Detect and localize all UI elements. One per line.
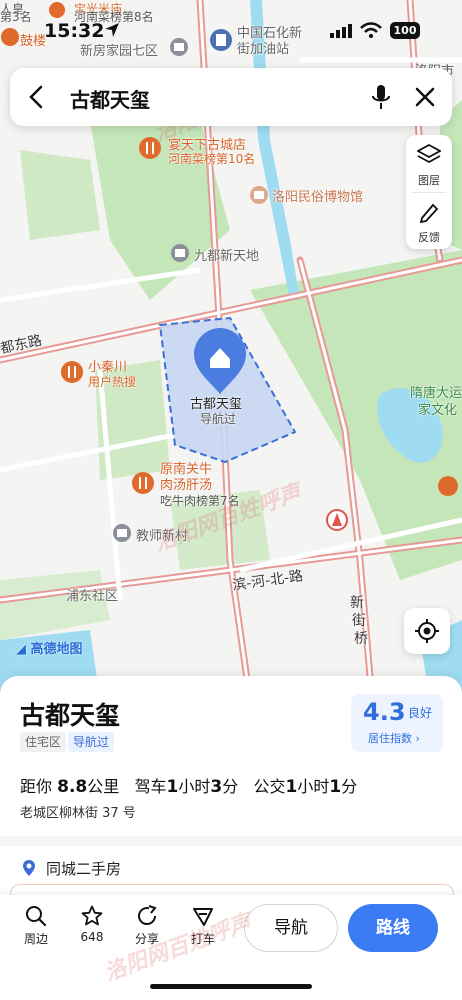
layers-icon [417, 143, 441, 164]
poi-marker-gray [171, 244, 189, 262]
second-hand-house-section[interactable]: 同城二手房 [46, 858, 121, 879]
bus-hours-unit: 小时 [297, 777, 330, 796]
favorite-button[interactable]: 648 [72, 905, 112, 944]
home-indicator [150, 984, 312, 989]
road-label: 街 [352, 613, 366, 629]
distance-value: 8.8 [57, 777, 88, 797]
place-title: 古都天玺 [20, 701, 121, 730]
drive-prefix: 驾车 [134, 777, 167, 796]
star-icon [81, 905, 103, 926]
bus-hours: 1 [285, 777, 298, 797]
map-poi-label: 家文化 [418, 403, 458, 418]
map-poi-label[interactable]: 洛阳民俗博物馆 [272, 186, 363, 205]
location-pin-icon [23, 860, 35, 876]
search-query[interactable]: 古都天玺 [70, 84, 150, 113]
navigate-button[interactable]: 导航 [244, 904, 338, 952]
road-label: 桥 [354, 631, 368, 647]
drive-hours: 1 [166, 777, 179, 797]
poi-marker-orange [61, 361, 83, 383]
section-divider [0, 836, 462, 846]
living-index-grade: 良好 [408, 706, 433, 720]
feedback-label: 反馈 [418, 231, 440, 244]
layers-button[interactable]: 图层 [406, 135, 452, 192]
route-button[interactable]: 路线 [348, 904, 438, 952]
traffic-cone-marker [326, 509, 348, 531]
amap-logo-icon: ◢ [16, 642, 31, 657]
poi-marker-gray [113, 524, 131, 542]
bus-minutes-unit: 分 [341, 777, 358, 796]
microphone-icon[interactable] [372, 84, 390, 110]
favorite-count: 648 [80, 930, 104, 944]
amap-logo: ◢ 高德地图 [16, 638, 83, 657]
pencil-icon [419, 203, 439, 223]
place-address[interactable]: 老城区柳林街 37 号 [20, 802, 136, 821]
wifi-icon [360, 22, 382, 38]
nearby-button[interactable]: 周边 [16, 905, 56, 947]
map-poi-label[interactable]: 九都新天地 [194, 245, 259, 264]
search-icon [26, 906, 47, 927]
target-map-sublabel: 导航过 [200, 412, 237, 426]
road-label: 新 [350, 595, 364, 611]
place-type-tag: 住宅区 [20, 732, 67, 752]
navigated-tag: 导航过 [68, 732, 115, 752]
map-poi-label: 肉汤肝汤 [160, 478, 213, 493]
map-poi-sublabel: 河南菜榜第10名 [168, 152, 256, 166]
distance-row: 距你 8.8公里 驾车1小时3分 公交1小时1分 [20, 773, 357, 797]
living-index-label: 居住指数 › [368, 732, 420, 745]
distance-prefix: 距你 [20, 777, 53, 796]
map-poi-sublabel: 用户热搜 [88, 375, 137, 389]
drive-minutes-unit: 分 [222, 777, 239, 796]
cellular-signal-icon [330, 24, 352, 38]
poi-marker-museum [250, 186, 268, 204]
location-arrow-icon [105, 23, 119, 37]
feedback-button[interactable]: 反馈 [406, 193, 452, 249]
map-area-label: 浦东社区 [66, 589, 119, 604]
back-arrow-icon[interactable] [28, 85, 44, 109]
distance-unit: 公里 [87, 777, 120, 796]
locate-me-button[interactable] [404, 608, 450, 654]
drive-hours-unit: 小时 [178, 777, 211, 796]
crosshair-icon [415, 619, 439, 643]
status-time: 15:32 [44, 20, 105, 42]
green-area [20, 150, 100, 240]
close-icon[interactable] [415, 87, 435, 107]
drive-minutes: 3 [210, 777, 223, 797]
layers-label: 图层 [418, 174, 440, 187]
living-index-score: 4.3 [363, 698, 406, 726]
living-index-badge[interactable]: 4.3 良好 居住指数 › [351, 694, 443, 752]
nearby-label: 周边 [23, 932, 48, 946]
bus-minutes: 1 [329, 777, 342, 797]
search-bar[interactable]: 古都天玺 [10, 68, 452, 126]
bus-prefix: 公交 [253, 777, 286, 796]
map-side-tools: 图层 反馈 [406, 135, 452, 249]
status-bar: 15:32 100 [0, 0, 462, 56]
share-icon [138, 905, 157, 925]
poi-marker-orange [438, 476, 458, 496]
battery-indicator: 100 [390, 22, 420, 39]
poi-marker-orange [132, 472, 154, 494]
amap-logo-text: 高德地图 [30, 642, 83, 657]
